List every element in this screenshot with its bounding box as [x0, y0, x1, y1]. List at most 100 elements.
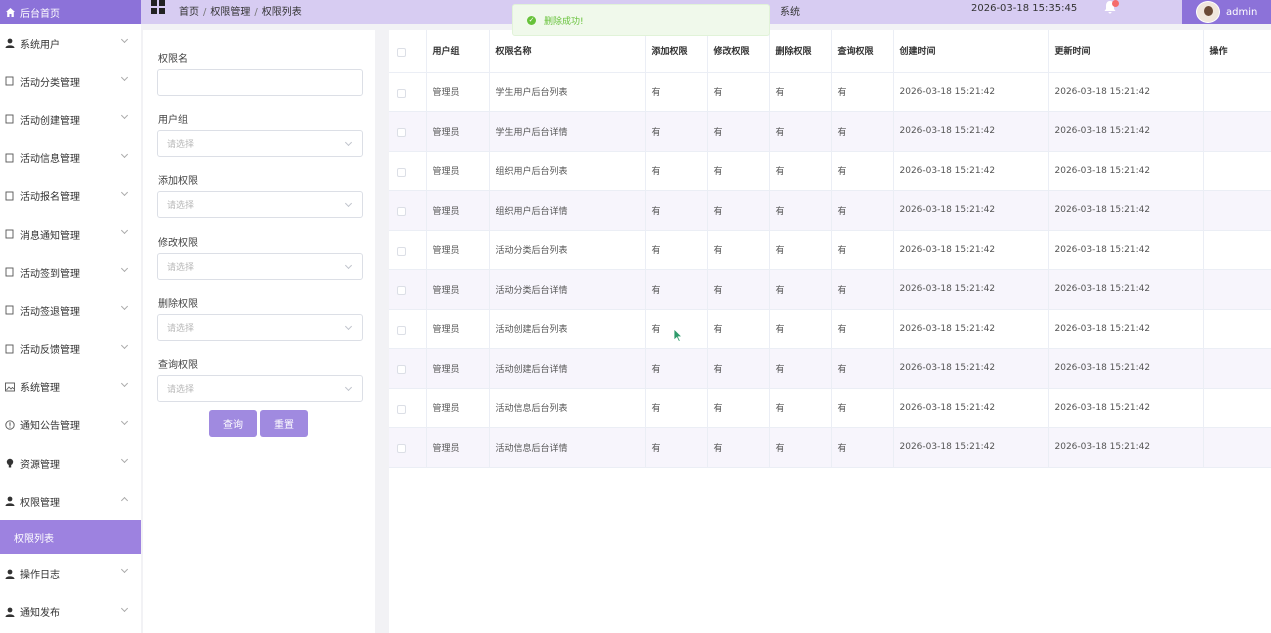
sidebar-item-message-notice[interactable]: 消息通知管理 [0, 215, 141, 253]
table-cell: 有 [645, 348, 708, 389]
query-permission-select[interactable]: 请选择 [157, 375, 363, 402]
sidebar-item-permission[interactable]: 权限管理 [0, 482, 141, 520]
sidebar-item-label: 系统管理 [20, 383, 60, 395]
sidebar-item-activity-create[interactable]: 活动创建管理 [0, 100, 141, 138]
breadcrumb: 首页 / 权限管理 / 权限列表 [179, 7, 302, 18]
table-row[interactable]: 管理员 活动信息后台列表有有有有 2026-03-18 15:21:42 2026-0… [389, 388, 1271, 428]
reset-button[interactable]: 重置 [260, 410, 308, 437]
row-checkbox[interactable] [397, 88, 406, 98]
row-checkbox[interactable] [397, 246, 406, 256]
actions-cell [1203, 348, 1271, 389]
row-select-cell[interactable] [389, 348, 427, 389]
row-select-cell[interactable] [389, 72, 427, 112]
chevron-down-icon [344, 138, 353, 147]
table-cell: 2026-03-18 15:21:42 [1048, 230, 1204, 270]
sidebar-item-activity-feedback[interactable]: 活动反馈管理 [0, 330, 141, 368]
table-cell: 活动信息后台详情 [489, 427, 646, 468]
sidebar-item-activity-checkin[interactable]: 活动签到管理 [0, 253, 141, 291]
table-header-row: 用户组 权限名称 添加权限 修改权限 删除权限 查询权限 创建时间 更新时间 操… [389, 30, 1271, 73]
column-header: 查询权限 [831, 30, 894, 73]
home-link[interactable]: 后台首页 [0, 0, 141, 24]
actions-cell [1203, 111, 1271, 152]
delete-permission-select[interactable]: 请选择 [157, 314, 363, 341]
table-cell: 活动分类后台列表 [489, 230, 646, 270]
sidebar-item-activity-checkout[interactable]: 活动签退管理 [0, 291, 141, 329]
table-cell: 有 [769, 269, 832, 310]
chevron-down-icon [344, 199, 353, 208]
table-cell: 有 [645, 190, 708, 231]
info-icon [5, 420, 15, 430]
row-checkbox[interactable] [397, 128, 406, 138]
table-row[interactable]: 管理员 活动创建后台列表有有有有 2026-03-18 15:21:42 2026-0… [389, 309, 1271, 349]
table-cell: 2026-03-18 15:21:42 [1048, 72, 1204, 112]
table-cell: 管理员 [426, 388, 490, 428]
table-row[interactable]: 管理员 活动分类后台详情有有有有 2026-03-18 15:21:42 2026-0… [389, 269, 1271, 310]
table-cell: 2026-03-18 15:21:42 [893, 309, 1049, 349]
sidebar-item-operation-log[interactable]: 操作日志 [0, 554, 141, 592]
sidebar-item-label: 活动报名管理 [20, 192, 80, 204]
permission-name-input[interactable] [157, 69, 363, 96]
table-row[interactable]: 管理员 学生用户后台详情有有有有 2026-03-18 15:21:42 2026-0… [389, 111, 1271, 152]
table-cell: 有 [769, 309, 832, 349]
select-all-checkbox[interactable] [397, 47, 406, 57]
table-cell: 学生用户后台列表 [489, 72, 646, 112]
table-cell: 2026-03-18 15:21:42 [1048, 427, 1204, 468]
sidebar-item-activity-signup[interactable]: 活动报名管理 [0, 177, 141, 215]
row-checkbox[interactable] [397, 404, 406, 414]
sidebar-item-activity-info[interactable]: 活动信息管理 [0, 139, 141, 177]
sidebar-item-system-users[interactable]: 系统用户 [0, 24, 141, 62]
row-checkbox[interactable] [397, 286, 406, 296]
table-row[interactable]: 管理员 学生用户后台列表有有有有 2026-03-18 15:21:42 2026-0… [389, 72, 1271, 112]
row-checkbox[interactable] [397, 167, 406, 177]
table-row[interactable]: 管理员 活动创建后台详情有有有有 2026-03-18 15:21:42 2026-0… [389, 348, 1271, 389]
filter-panel: 权限名 用户组 请选择 添加权限 请选择 修改权限 请选择 删除权限 请选择 查… [143, 30, 375, 633]
breadcrumb-home[interactable]: 首页 [179, 7, 199, 18]
row-select-cell[interactable] [389, 111, 427, 152]
breadcrumb-permission[interactable]: 权限管理 [210, 7, 250, 18]
table-cell: 有 [831, 427, 894, 468]
row-select-cell[interactable] [389, 427, 427, 468]
user-group-select[interactable]: 请选择 [157, 130, 363, 157]
table-row[interactable]: 管理员 活动信息后台详情有有有有 2026-03-18 15:21:42 2026-0… [389, 427, 1271, 468]
sidebar-item-resources[interactable]: 资源管理 [0, 444, 141, 482]
table-row[interactable]: 管理员 活动分类后台列表有有有有 2026-03-18 15:21:42 2026-0… [389, 230, 1271, 270]
doc-icon [5, 76, 15, 86]
table-cell: 2026-03-18 15:21:42 [893, 190, 1049, 231]
row-checkbox[interactable] [397, 444, 406, 454]
table-row[interactable]: 管理员 组织用户后台详情有有有有 2026-03-18 15:21:42 2026-0… [389, 190, 1271, 231]
user-menu[interactable]: admin [1182, 0, 1271, 24]
row-checkbox[interactable] [397, 325, 406, 335]
sidebar-item-label: 活动签退管理 [20, 306, 80, 318]
sidebar-item-system-manage[interactable]: 系统管理 [0, 368, 141, 406]
bell-icon[interactable] [1103, 0, 1119, 14]
add-permission-select[interactable]: 请选择 [157, 191, 363, 218]
menu-grid-icon[interactable] [151, 0, 165, 14]
doc-icon [5, 229, 15, 239]
table-cell: 有 [831, 72, 894, 112]
row-checkbox[interactable] [397, 365, 406, 375]
sidebar-item-activity-category[interactable]: 活动分类管理 [0, 62, 141, 100]
search-button[interactable]: 查询 [209, 410, 257, 437]
table-row[interactable]: 管理员 组织用户后台列表有有有有 2026-03-18 15:21:42 2026-0… [389, 151, 1271, 191]
column-header: 删除权限 [769, 30, 832, 73]
select-all-cell[interactable] [389, 30, 427, 73]
row-select-cell[interactable] [389, 151, 427, 191]
row-select-cell[interactable] [389, 269, 427, 310]
sidebar-item-notice-publish[interactable]: 通知发布 [0, 593, 141, 631]
row-select-cell[interactable] [389, 309, 427, 349]
sidebar-subitem-permission-list[interactable]: 权限列表 [0, 520, 141, 555]
notification-badge [1112, 0, 1119, 7]
row-select-cell[interactable] [389, 190, 427, 231]
row-select-cell[interactable] [389, 230, 427, 270]
row-checkbox[interactable] [397, 207, 406, 217]
table-cell: 有 [831, 111, 894, 152]
row-select-cell[interactable] [389, 388, 427, 428]
table-cell: 活动创建后台列表 [489, 309, 646, 349]
home-icon [6, 7, 15, 17]
actions-cell [1203, 230, 1271, 270]
sidebar-item-label: 通知公告管理 [20, 421, 80, 433]
sidebar-item-announcement[interactable]: 通知公告管理 [0, 406, 141, 444]
table-cell: 有 [769, 190, 832, 231]
edit-permission-select[interactable]: 请选择 [157, 253, 363, 280]
sidebar-item-label: 操作日志 [20, 570, 60, 582]
